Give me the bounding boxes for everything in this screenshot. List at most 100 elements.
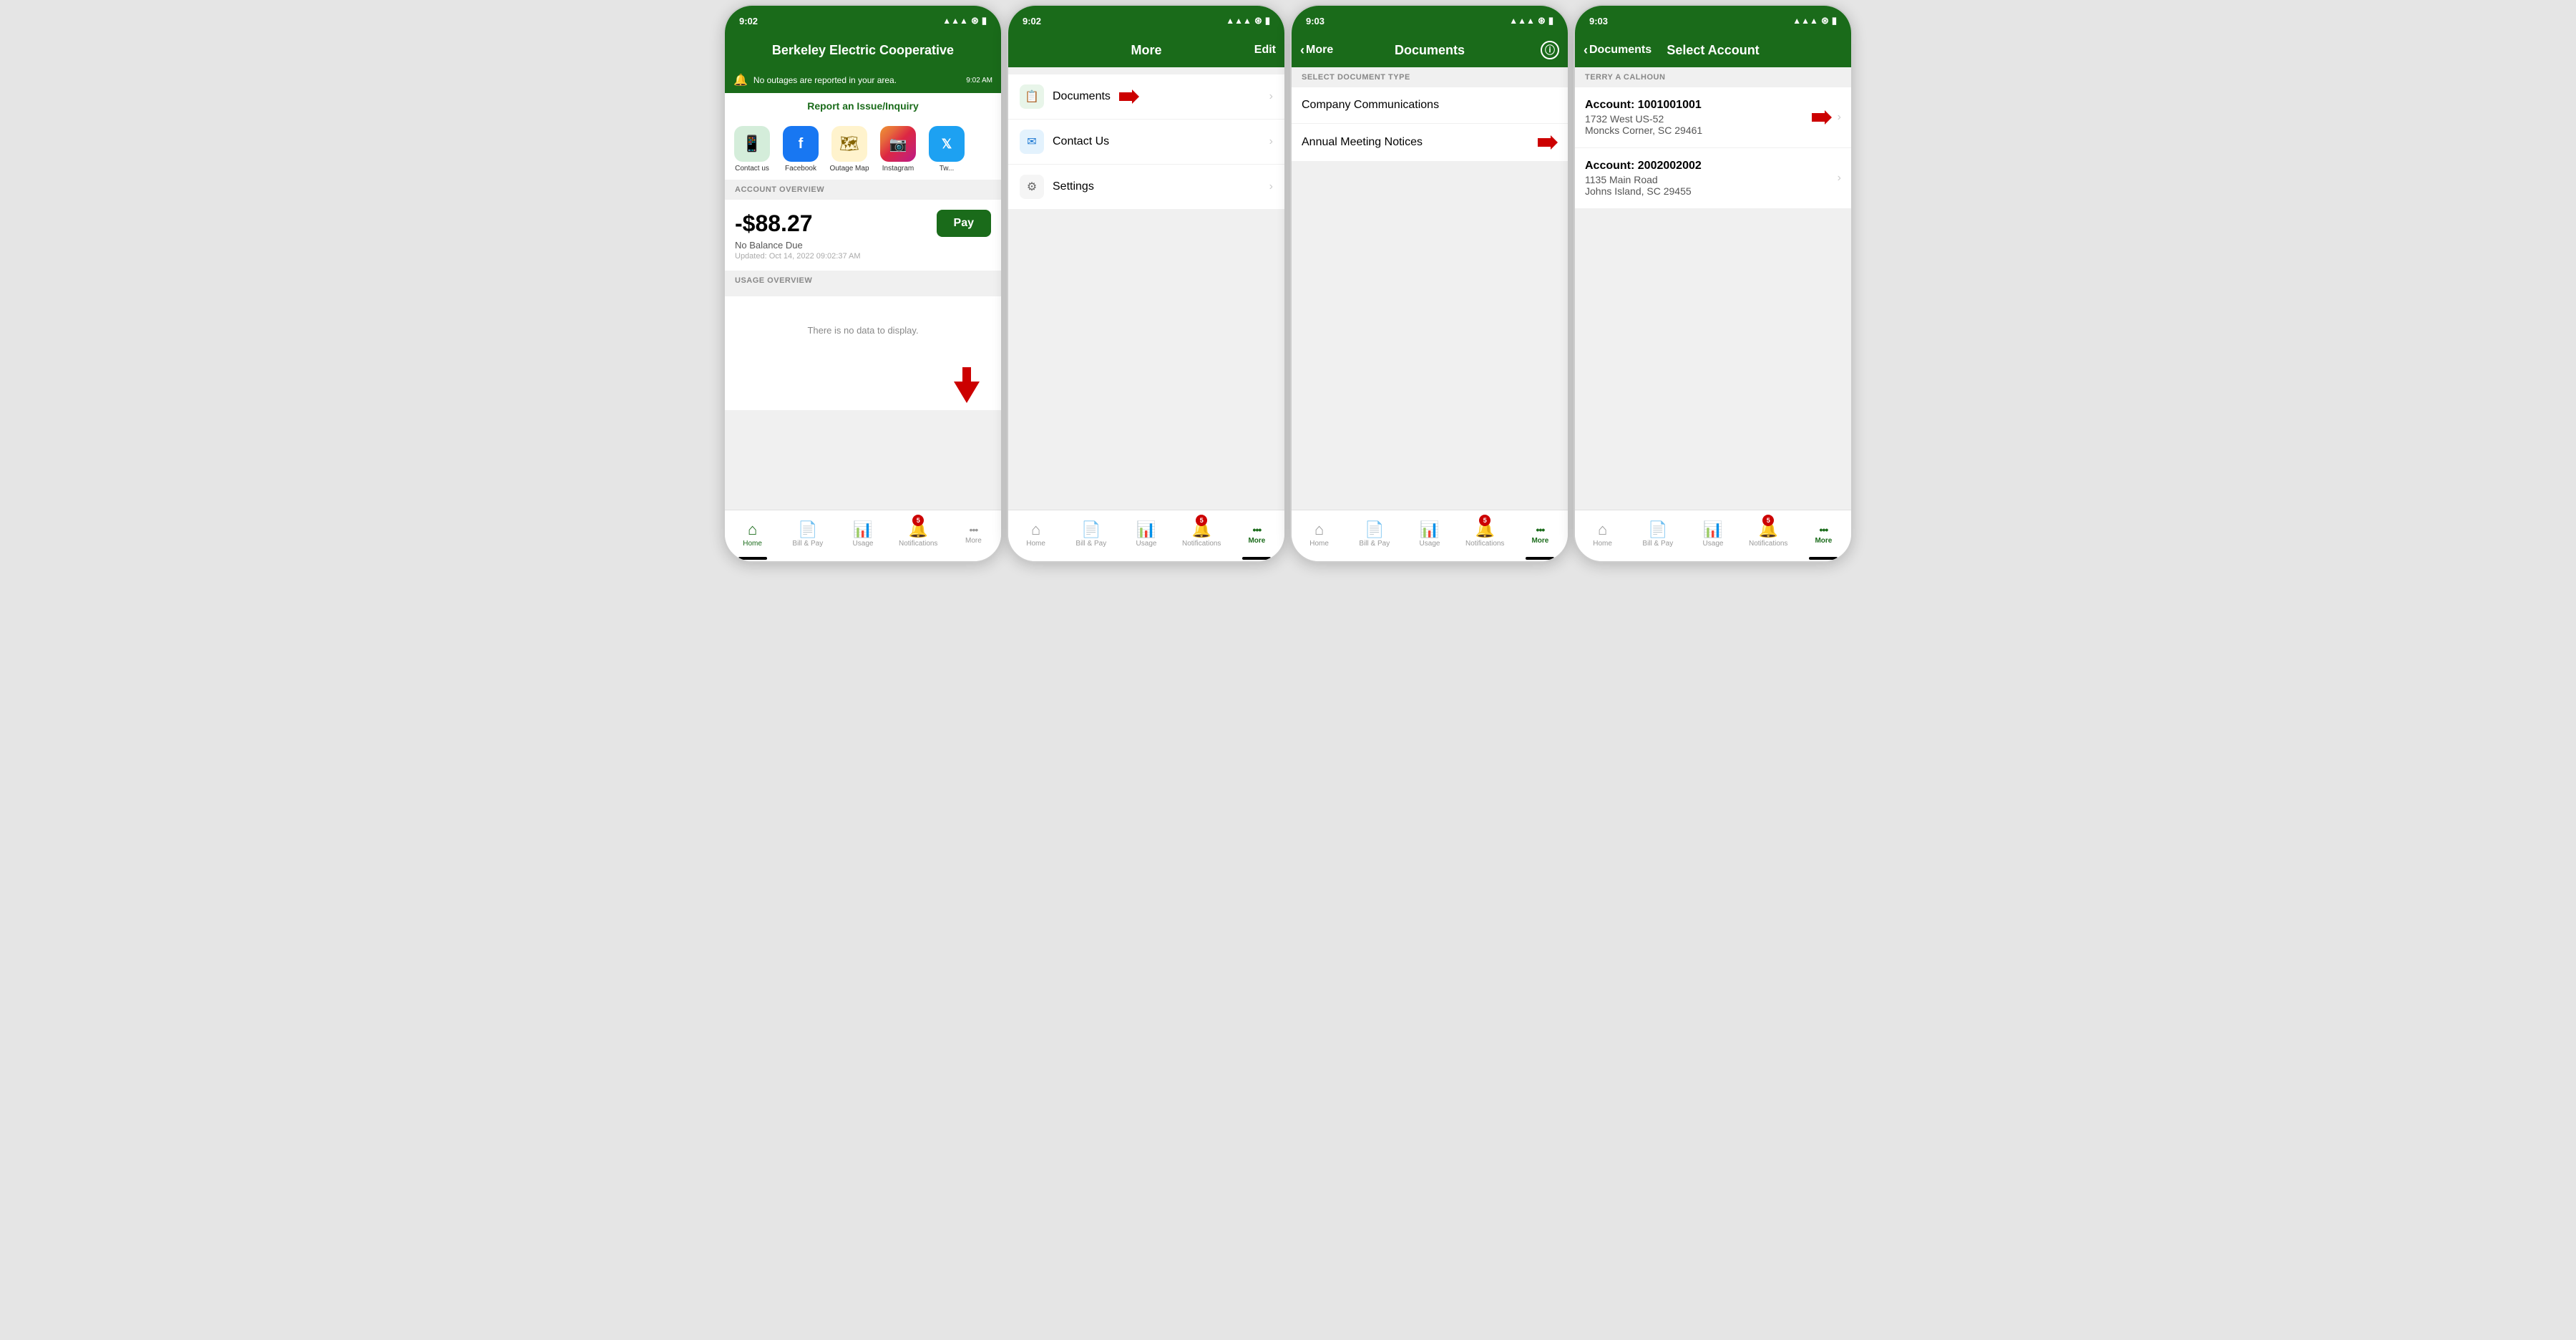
tab-bill-2[interactable]: 📄 Bill & Pay [1063,510,1118,561]
status-time-4: 9:03 [1589,16,1608,26]
signal-icon-3: ▲▲▲ [1509,16,1535,26]
status-icons-4: ▲▲▲ ⊛ ▮ [1792,15,1837,26]
settings-label: Settings [1053,180,1094,193]
doc-item-annual[interactable]: Annual Meeting Notices [1292,124,1568,162]
menu-item-contact[interactable]: ✉ Contact Us › [1008,120,1284,165]
menu-item-contact-left: ✉ Contact Us [1020,130,1109,154]
doc-annual-label: Annual Meeting Notices [1302,136,1423,149]
usage-tab-label-3: Usage [1420,540,1440,548]
usage-tab-label-2: Usage [1136,540,1157,548]
tab-indicator-1 [738,557,767,560]
screen2-content: 📋 Documents › ✉ Contact Us › [1008,67,1284,510]
balance-amount: -$88.27 [735,210,813,237]
pay-button[interactable]: Pay [937,210,991,237]
account-item-2-text: Account: 2002002002 1135 Main Road Johns… [1585,160,1702,197]
tab-notifications-4[interactable]: 🔔 5 Notifications [1741,510,1796,561]
report-link[interactable]: Report an Issue/Inquiry [725,93,1001,119]
tab-bill-3[interactable]: 📄 Bill & Pay [1347,510,1402,561]
more-tab-label-2: More [1248,537,1265,545]
tab-home-1[interactable]: ⌂ Home [725,510,780,561]
quick-link-contact[interactable]: 📱 Contact us [731,126,774,173]
signal-icon-2: ▲▲▲ [1226,16,1252,26]
status-icons-2: ▲▲▲ ⊛ ▮ [1226,15,1270,26]
bill-tab-label-3: Bill & Pay [1359,540,1390,548]
red-right-arrow-account1 [1812,110,1832,125]
quick-link-outagemap[interactable]: 🗺 Outage Map [828,126,871,173]
home-tab-label-4: Home [1593,540,1612,548]
header-title-3: Documents [1395,43,1465,58]
screen4-content: TERRY A CALHOUN Account: 1001001001 1732… [1575,67,1851,510]
bill-tab-label-1: Bill & Pay [792,540,823,548]
usage-overview-card: There is no data to display. [725,296,1001,410]
contact-icon: 📱 [734,126,770,162]
back-btn-3[interactable]: ‹ More [1300,43,1333,58]
header-edit-btn-2[interactable]: Edit [1254,44,1276,57]
quick-link-facebook[interactable]: f Facebook [779,126,822,173]
doc-item-company[interactable]: Company Communications [1292,87,1568,124]
account-chevron-2: › [1838,172,1841,185]
account-number-2: Account: 2002002002 [1585,160,1702,173]
notification-text: No outages are reported in your area. [753,75,897,85]
tab-home-3[interactable]: ⌂ Home [1292,510,1347,561]
account-item-1[interactable]: Account: 1001001001 1732 West US-52 Monc… [1575,87,1851,148]
signal-icon-4: ▲▲▲ [1792,16,1818,26]
notifications-tab-label-1: Notifications [899,540,937,548]
tab-usage-4[interactable]: 📊 Usage [1685,510,1740,561]
screen1-content: 🔔 No outages are reported in your area. … [725,67,1001,510]
status-icons-3: ▲▲▲ ⊛ ▮ [1509,15,1553,26]
wifi-icon-1: ⊛ [971,15,979,26]
status-icons-1: ▲▲▲ ⊛ ▮ [942,15,987,26]
back-btn-4[interactable]: ‹ Documents [1584,43,1652,58]
tab-bill-1[interactable]: 📄 Bill & Pay [780,510,835,561]
account-city-2: Johns Island, SC 29455 [1585,185,1702,197]
status-time-3: 9:03 [1306,16,1324,26]
battery-icon-2: ▮ [1265,15,1270,26]
account-city-1: Moncks Corner, SC 29461 [1585,125,1702,136]
outagemap-icon: 🗺 [831,126,867,162]
notification-time: 9:02 AM [966,77,992,84]
bill-tab-icon-1: 📄 [798,522,817,538]
notifications-badge-4: 5 [1762,515,1774,526]
tab-home-4[interactable]: ⌂ Home [1575,510,1630,561]
tab-bill-4[interactable]: 📄 Bill & Pay [1630,510,1685,561]
twitter-icon: 𝕏 [929,126,965,162]
quick-link-instagram[interactable]: 📷 Instagram [877,126,919,173]
account-item-1-text: Account: 1001001001 1732 West US-52 Monc… [1585,99,1702,136]
screen3-phone: 9:03 ▲▲▲ ⊛ ▮ ‹ More Documents ⓘ SELECT D… [1290,4,1569,563]
back-chevron-4: ‹ [1584,43,1588,58]
tab-more-1[interactable]: ••• More [946,510,1001,561]
battery-icon-1: ▮ [982,15,987,26]
tab-more-4[interactable]: ••• More [1796,510,1851,561]
home-tab-label-2: Home [1026,540,1045,548]
signal-icon-1: ▲▲▲ [942,16,968,26]
account-number-1: Account: 1001001001 [1585,99,1702,112]
tab-usage-2[interactable]: 📊 Usage [1118,510,1174,561]
tab-notifications-1[interactable]: 🔔 5 Notifications [891,510,946,561]
account-section-label: TERRY A CALHOUN [1575,67,1851,87]
menu-item-settings-left: ⚙ Settings [1020,175,1094,199]
screen2-phone: 9:02 ▲▲▲ ⊛ ▮ More Edit 📋 Documents [1007,4,1286,563]
header-title-4: Select Account [1667,43,1759,58]
tab-notifications-2[interactable]: 🔔 5 Notifications [1174,510,1229,561]
quick-link-twitter[interactable]: 𝕏 Tw... [925,126,968,173]
doc-list: Company Communications Annual Meeting No… [1292,87,1568,162]
spacer-2 [1008,67,1284,74]
tab-more-3[interactable]: ••• More [1513,510,1568,561]
info-btn-3[interactable]: ⓘ [1541,41,1559,59]
menu-item-documents[interactable]: 📋 Documents › [1008,74,1284,120]
tab-usage-1[interactable]: 📊 Usage [835,510,890,561]
tab-more-2[interactable]: ••• More [1229,510,1284,561]
documents-icon: 📋 [1020,84,1044,109]
tab-usage-3[interactable]: 📊 Usage [1402,510,1457,561]
tab-indicator-2 [1242,557,1271,560]
account-item-2[interactable]: Account: 2002002002 1135 Main Road Johns… [1575,148,1851,209]
red-right-arrow-docs [1119,89,1139,104]
tab-bar-3: ⌂ Home 📄 Bill & Pay 📊 Usage 🔔 5 Notifica… [1292,510,1568,561]
balance-row: -$88.27 Pay [735,210,991,237]
balance-updated: Updated: Oct 14, 2022 09:02:37 AM [735,252,991,261]
red-arrow-indicator [725,364,1001,410]
status-bar-1: 9:02 ▲▲▲ ⊛ ▮ [725,6,1001,33]
menu-item-settings[interactable]: ⚙ Settings › [1008,165,1284,210]
tab-home-2[interactable]: ⌂ Home [1008,510,1063,561]
tab-notifications-3[interactable]: 🔔 5 Notifications [1458,510,1513,561]
